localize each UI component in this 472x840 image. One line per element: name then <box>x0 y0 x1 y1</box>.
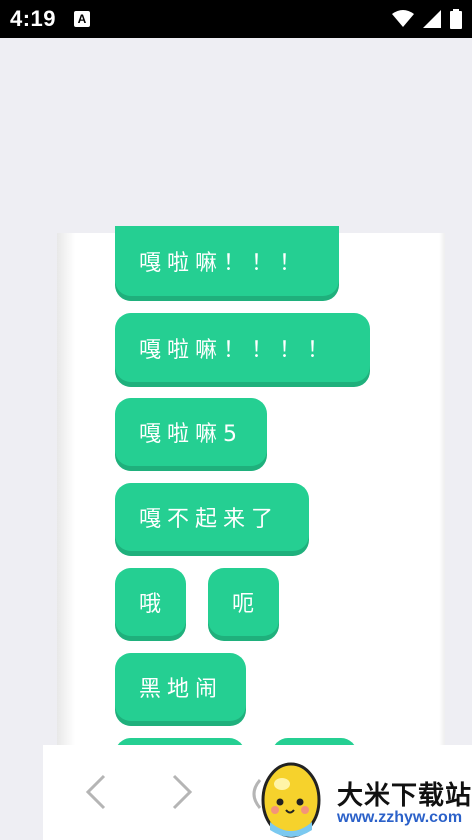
watermark-mascot-logo <box>261 762 321 838</box>
watermark-url: www.zzhyw.com <box>337 809 463 826</box>
sound-button-4[interactable]: 嘎不起来了 <box>115 483 309 551</box>
sound-button-label: 嘎啦嘛！！！ <box>139 251 308 276</box>
sound-button-label: 嘎啦嘛5 <box>139 422 243 447</box>
sound-button-2[interactable]: 嘎啦嘛！！！！ <box>115 313 370 382</box>
status-time: 4:19 <box>10 6 57 31</box>
sound-button-label: 嘎啦嘛！！！！ <box>139 337 336 363</box>
sound-button-6[interactable]: 呃 <box>208 568 279 636</box>
sound-button-label: 嘎不起来了 <box>139 507 280 532</box>
card-shadow-right <box>439 233 445 753</box>
sound-button-1[interactable]: 嘎啦嘛！！！ <box>115 226 339 296</box>
sound-button-label: 呃 <box>232 592 261 617</box>
battery-icon <box>450 8 462 29</box>
status-bar: 4:19 A <box>0 0 472 38</box>
notification-badge-icon: A <box>74 11 90 27</box>
sound-button-label: 哦 <box>139 592 168 617</box>
watermark-brand: 大米下载站 <box>337 781 472 811</box>
wifi-icon <box>391 9 414 27</box>
sound-button-7[interactable]: 黑地闹 <box>115 653 246 721</box>
status-icons <box>388 8 462 30</box>
sound-button-label: 黑地闹 <box>139 677 224 702</box>
signal-icon <box>422 9 441 28</box>
back-arrow-icon[interactable] <box>84 772 108 812</box>
sound-button-5[interactable]: 哦 <box>115 568 186 636</box>
card-shadow-left <box>57 233 75 753</box>
sound-button-3[interactable]: 嘎啦嘛5 <box>115 398 267 466</box>
forward-arrow-icon[interactable] <box>170 772 194 812</box>
